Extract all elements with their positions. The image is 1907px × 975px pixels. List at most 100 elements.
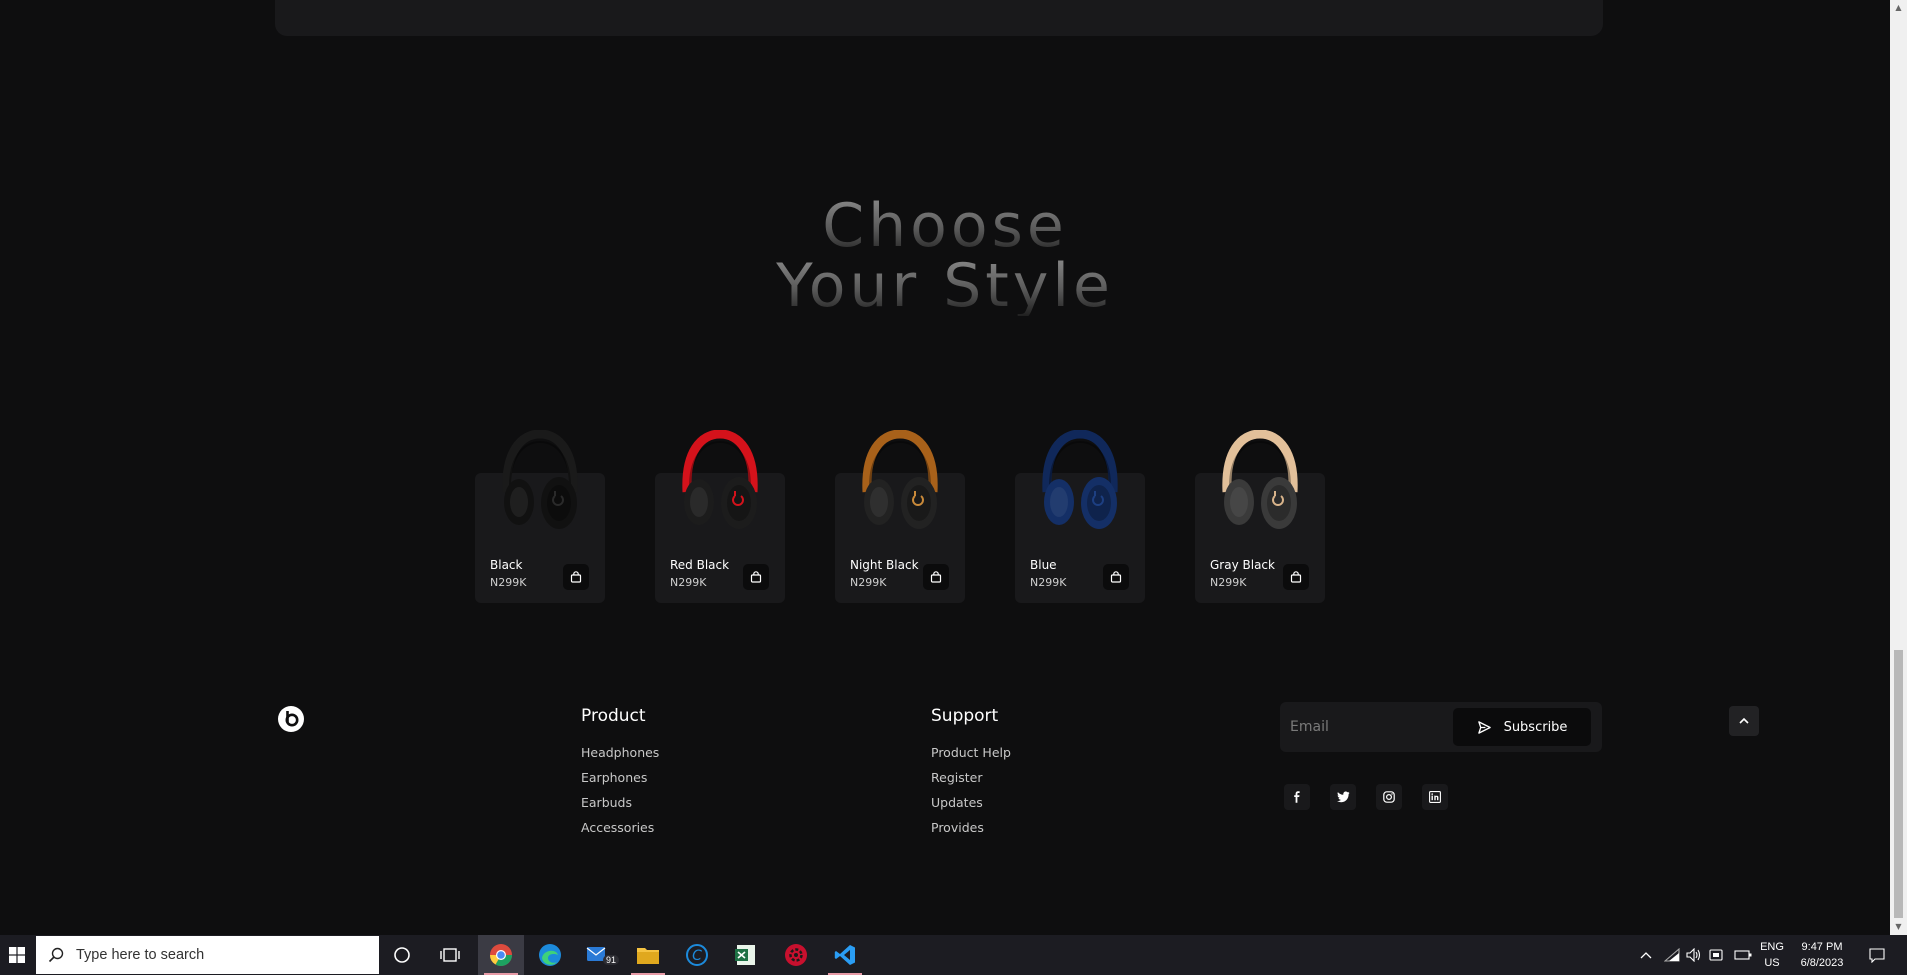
ccleaner-taskbar-button[interactable]: C [674, 935, 720, 975]
notification-icon [1869, 948, 1885, 963]
language-indicator[interactable]: ENG US [1754, 935, 1790, 975]
product-name: Red Black [670, 558, 730, 572]
beats-logo[interactable] [277, 705, 305, 733]
email-input[interactable] [1290, 712, 1450, 742]
link-earphones[interactable]: Earphones [581, 770, 647, 785]
chrome-taskbar-button[interactable] [478, 935, 524, 975]
headphones-image [1222, 430, 1298, 529]
wifi-icon [1664, 948, 1680, 962]
instagram-button[interactable] [1376, 784, 1402, 810]
vscode-icon [834, 945, 855, 965]
hero-heading: Choose Your Style [0, 196, 1890, 316]
shopping-bag-icon [930, 571, 942, 583]
link-register[interactable]: Register [931, 770, 982, 785]
link-accessories[interactable]: Accessories [581, 820, 654, 835]
twitter-button[interactable] [1330, 784, 1356, 810]
facebook-icon [1294, 791, 1300, 803]
instagram-icon [1383, 791, 1395, 803]
windows-taskbar: Type here to search 91 C ENG US 9:47 PM … [0, 935, 1907, 975]
add-to-cart-button[interactable] [563, 564, 589, 590]
product-card[interactable]: Blue N299K [1015, 430, 1145, 603]
add-to-cart-button[interactable] [923, 564, 949, 590]
linkedin-button[interactable] [1422, 784, 1448, 810]
network-button[interactable] [1662, 935, 1682, 975]
link-headphones[interactable]: Headphones [581, 745, 659, 760]
link-updates[interactable]: Updates [931, 795, 983, 810]
region-label: US [1764, 957, 1780, 969]
product-card[interactable]: Black N299K [475, 430, 605, 603]
file-explorer-taskbar-button[interactable] [625, 935, 671, 975]
support-column-title: Support [931, 706, 999, 726]
hero-line-1: Choose [0, 196, 1890, 256]
headphones-image [682, 430, 758, 529]
subscribe-label: Subscribe [1503, 719, 1568, 735]
product-price: N299K [1210, 576, 1247, 589]
cortana-button[interactable] [379, 935, 425, 975]
meet-now-button[interactable] [1706, 935, 1726, 975]
cortana-icon [394, 947, 410, 963]
scroll-thumb[interactable] [1894, 650, 1903, 918]
add-to-cart-button[interactable] [743, 564, 769, 590]
task-view-button[interactable] [427, 935, 473, 975]
windows-icon [9, 947, 25, 963]
product-card[interactable]: Red Black N299K [655, 430, 785, 603]
app-taskbar-button[interactable] [773, 935, 819, 975]
hero-line-2: Your Style [0, 256, 1890, 316]
add-to-cart-button[interactable] [1103, 564, 1129, 590]
link-earbuds[interactable]: Earbuds [581, 795, 632, 810]
link-product-help[interactable]: Product Help [931, 745, 1011, 760]
folder-icon [637, 948, 659, 964]
edge-icon [539, 944, 561, 966]
link-provides[interactable]: Provides [931, 820, 984, 835]
product-list: Black N299K Red Black N299K Night Black N299K… [475, 430, 1325, 603]
product-price: N299K [1030, 576, 1067, 589]
add-to-cart-button[interactable] [1283, 564, 1309, 590]
start-button[interactable] [0, 935, 34, 975]
product-name: Gray Black [1210, 558, 1275, 572]
shopping-bag-icon [750, 571, 762, 583]
volume-button[interactable] [1684, 935, 1704, 975]
page: Choose Your Style Black N299K Red Black N29… [0, 0, 1890, 935]
taskbar-search[interactable]: Type here to search [36, 936, 379, 974]
shopping-bag-icon [570, 571, 582, 583]
ccleaner-icon: C [686, 944, 708, 966]
gear-icon [785, 944, 807, 966]
linkedin-icon [1429, 791, 1441, 803]
battery-icon [1734, 950, 1752, 960]
speaker-icon [1686, 948, 1701, 962]
twitter-icon [1336, 791, 1349, 803]
clock[interactable]: 9:47 PM 6/8/2023 [1794, 935, 1850, 975]
chevron-up-icon [1640, 952, 1652, 959]
product-price: N299K [670, 576, 707, 589]
scroll-down-arrow[interactable]: ▼ [1894, 922, 1903, 931]
mail-badge: 91 [603, 955, 620, 965]
product-name: Black [490, 558, 523, 572]
facebook-button[interactable] [1284, 784, 1310, 810]
subscribe-form: Subscribe [1280, 702, 1602, 752]
shopping-bag-icon [1290, 571, 1302, 583]
search-icon [48, 947, 64, 963]
show-hidden-icons-button[interactable] [1636, 935, 1656, 975]
mail-taskbar-button[interactable]: 91 [576, 935, 622, 975]
vscode-taskbar-button[interactable] [822, 935, 868, 975]
product-price: N299K [490, 576, 527, 589]
headphones-image [1042, 430, 1118, 529]
product-card[interactable]: Night Black N299K [835, 430, 965, 603]
page-scrollbar[interactable]: ▲ ▼ [1890, 0, 1907, 935]
scroll-to-top-button[interactable] [1729, 706, 1759, 736]
language-label: ENG [1760, 941, 1784, 953]
battery-button[interactable] [1732, 935, 1754, 975]
svg-text:C: C [692, 948, 702, 964]
send-icon [1477, 720, 1491, 734]
notifications-button[interactable] [1862, 935, 1892, 975]
scroll-up-arrow[interactable]: ▲ [1894, 3, 1903, 12]
edge-taskbar-button[interactable] [527, 935, 573, 975]
product-column-title: Product [581, 706, 646, 726]
clock-date: 6/8/2023 [1800, 957, 1844, 969]
product-name: Blue [1030, 558, 1057, 572]
subscribe-button[interactable]: Subscribe [1453, 708, 1591, 746]
top-panel [275, 0, 1603, 36]
excel-taskbar-button[interactable] [723, 935, 769, 975]
spreadsheet-icon [735, 945, 755, 965]
product-card[interactable]: Gray Black N299K [1195, 430, 1325, 603]
